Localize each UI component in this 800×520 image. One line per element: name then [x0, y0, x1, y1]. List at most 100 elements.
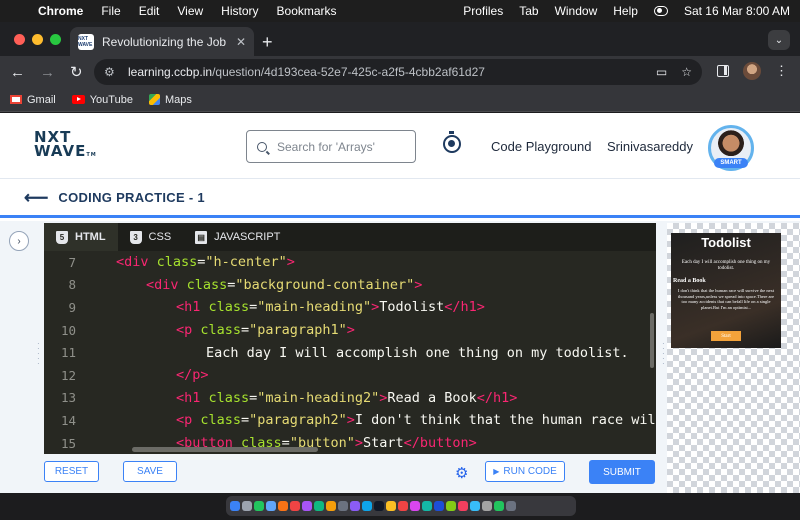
zoom-window-icon[interactable]: [50, 34, 61, 45]
bookmark-maps[interactable]: Maps: [148, 94, 192, 106]
line-number: 15: [60, 435, 76, 451]
url-text[interactable]: learning.ccbp.in/question/4d193cea-52e7-…: [128, 65, 485, 79]
side-panel-icon[interactable]: [717, 65, 729, 77]
code-token: "background-container": [235, 276, 415, 293]
dock-app-icon[interactable]: [278, 501, 288, 511]
dock-app-icon[interactable]: [494, 501, 504, 511]
dock-app-icon[interactable]: [410, 501, 420, 511]
code-line[interactable]: 10 <p class="paragraph1">: [44, 319, 656, 342]
dock-app-icon[interactable]: [254, 501, 264, 511]
bookmark-gmail[interactable]: Gmail: [10, 94, 56, 106]
code-playground-link[interactable]: Code Playground: [491, 139, 591, 154]
menu-help[interactable]: Help: [613, 4, 638, 18]
code-line[interactable]: 11 Each day I will accomplish one thing o…: [44, 341, 656, 364]
code-line[interactable]: 8 <div class="background-container">: [44, 274, 656, 297]
dock-app-icon[interactable]: [470, 501, 480, 511]
tab-css-label: CSS: [148, 231, 172, 243]
menu-tab[interactable]: Tab: [519, 4, 538, 18]
menu-window[interactable]: Window: [555, 4, 598, 18]
code-line[interactable]: 14 <p class="paragraph2">I don't think th…: [44, 409, 656, 432]
menu-history[interactable]: History: [221, 4, 258, 18]
line-content: <h1 class="main-heading">Todolist</h1>: [116, 299, 485, 315]
code-token: class: [200, 322, 242, 339]
browser-tab[interactable]: NXT WAVE Revolutionizing the Job Market …: [70, 27, 254, 56]
cast-icon[interactable]: ▭: [656, 65, 667, 79]
menu-app-name[interactable]: Chrome: [38, 4, 83, 18]
site-info-icon[interactable]: ⚙: [104, 65, 118, 79]
menu-file[interactable]: File: [101, 4, 120, 18]
new-tab-icon[interactable]: +: [262, 32, 273, 53]
reset-button[interactable]: RESET: [44, 461, 99, 482]
back-arrow-icon[interactable]: ⟵: [24, 188, 48, 208]
run-code-button[interactable]: ▶ RUN CODE: [485, 461, 565, 482]
nxtwave-logo[interactable]: NXT WAVETM: [34, 130, 98, 162]
code-editor[interactable]: 5 HTML 3 CSS ▤ JAVASCRIPT 7 <div class="h…: [44, 223, 656, 454]
horizontal-scrollbar[interactable]: [132, 447, 318, 452]
dock-app-icon[interactable]: [242, 501, 252, 511]
logo-line2: WAVETM: [34, 144, 98, 162]
dock-app-icon[interactable]: [386, 501, 396, 511]
code-line[interactable]: 13 <h1 class="main-heading2">Read a Book<…: [44, 387, 656, 410]
forward-icon[interactable]: →: [40, 64, 62, 81]
dock-app-icon[interactable]: [458, 501, 468, 511]
right-resize-handle[interactable]: · · · · ·: [662, 340, 665, 368]
menu-view[interactable]: View: [177, 4, 203, 18]
bookmark-youtube[interactable]: YouTube: [71, 94, 133, 106]
stopwatch-icon[interactable]: [443, 131, 461, 153]
code-token: =: [241, 322, 250, 339]
tab-css[interactable]: 3 CSS: [118, 223, 184, 251]
tab-html[interactable]: 5 HTML: [44, 223, 118, 251]
close-window-icon[interactable]: [14, 34, 25, 45]
dock-app-icon[interactable]: [434, 501, 444, 511]
dock-app-icon[interactable]: [422, 501, 432, 511]
avatar-badge: SMART: [714, 158, 748, 168]
profile-avatar[interactable]: [743, 62, 761, 80]
code-token: >: [414, 276, 423, 293]
line-content: <p class="paragraph2">I don't think that…: [116, 412, 656, 428]
code-token: <div: [146, 276, 187, 293]
dock-app-icon[interactable]: [506, 501, 516, 511]
dock-app-icon[interactable]: [266, 501, 276, 511]
workspace: › · · · · · 5 HTML 3 CSS ▤ JAVASCRIPT 7 <div …: [0, 221, 800, 493]
dock-app-icon[interactable]: [230, 501, 240, 511]
left-resize-handle[interactable]: · · · · ·: [37, 340, 40, 368]
search-input[interactable]: Search for 'Arrays': [246, 130, 416, 163]
dock-app-icon[interactable]: [326, 501, 336, 511]
line-number: 12: [60, 367, 76, 383]
submit-button[interactable]: SUBMIT: [589, 460, 655, 484]
dock-app-icon[interactable]: [482, 501, 492, 511]
dock-app-icon[interactable]: [362, 501, 372, 511]
save-button[interactable]: SAVE: [123, 461, 177, 482]
vertical-scrollbar[interactable]: [650, 313, 654, 368]
settings-gear-icon[interactable]: ⚙: [455, 464, 468, 482]
reload-icon[interactable]: ↻: [70, 63, 92, 81]
tab-search-chevron-icon[interactable]: ⌄: [768, 30, 790, 50]
chrome-menu-icon[interactable]: ⋮: [775, 63, 788, 79]
control-center-icon[interactable]: [653, 6, 668, 16]
code-lines[interactable]: 7 <div class="h-center"> 8 <div class="back…: [44, 251, 656, 454]
dock-app-icon[interactable]: [374, 501, 384, 511]
bookmark-star-icon[interactable]: ☆: [681, 65, 692, 79]
tab-javascript[interactable]: ▤ JAVASCRIPT: [183, 223, 292, 251]
back-icon[interactable]: ←: [10, 64, 32, 81]
code-line[interactable]: 7 <div class="h-center">: [44, 251, 656, 274]
minimize-window-icon[interactable]: [32, 34, 43, 45]
address-bar[interactable]: ⚙ learning.ccbp.in/question/4d193cea-52e…: [94, 59, 702, 85]
dock-app-icon[interactable]: [290, 501, 300, 511]
dock-app-icon[interactable]: [338, 501, 348, 511]
dock-app-icon[interactable]: [302, 501, 312, 511]
expand-panel-chevron-icon[interactable]: ›: [9, 231, 29, 251]
user-name[interactable]: Srinivasareddy: [607, 139, 693, 154]
menu-edit[interactable]: Edit: [139, 4, 160, 18]
preview-start-button[interactable]: Start: [711, 331, 741, 341]
code-line[interactable]: 12 </p>: [44, 364, 656, 387]
menubar-datetime[interactable]: Sat 16 Mar 8:00 AM: [684, 4, 790, 18]
dock-app-icon[interactable]: [398, 501, 408, 511]
dock-app-icon[interactable]: [314, 501, 324, 511]
tab-close-icon[interactable]: ✕: [236, 35, 246, 49]
code-line[interactable]: 9 <h1 class="main-heading">Todolist</h1>: [44, 296, 656, 319]
dock-app-icon[interactable]: [350, 501, 360, 511]
dock-app-icon[interactable]: [446, 501, 456, 511]
menu-profiles[interactable]: Profiles: [463, 4, 503, 18]
menu-bookmarks[interactable]: Bookmarks: [277, 4, 337, 18]
